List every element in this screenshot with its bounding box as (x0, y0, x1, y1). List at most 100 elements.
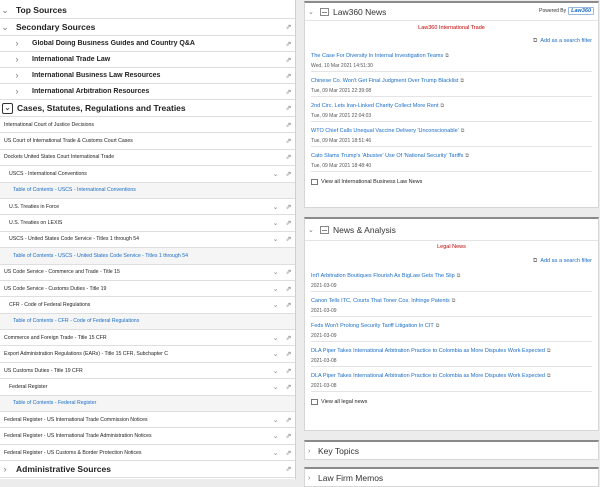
source-list-item[interactable]: Federal Register - US Customs & Border P… (0, 444, 295, 462)
external-link-icon[interactable]: ⧉ (547, 348, 551, 354)
chevron-right-icon[interactable]: › (12, 55, 22, 64)
source-list-item[interactable]: Federal Register ⌄ ⇗ (0, 379, 295, 396)
table-of-contents-link[interactable]: Table of Contents - USCS - International… (0, 182, 295, 199)
chevron-down-icon[interactable]: ⌄ (271, 203, 280, 211)
news-headline-link[interactable]: Int'l Arbitration Boutiques Flourish As … (311, 271, 592, 281)
source-list-item[interactable]: US Customs Duties - Title 19 CFR ⌄ ⇗ (0, 362, 295, 380)
external-link-icon[interactable]: ⧉ (465, 153, 469, 159)
news-headline-link[interactable]: Cato Slams Trump's 'Abusive' Use Of 'Nat… (311, 151, 592, 161)
view-all-link[interactable]: View all legal news (305, 396, 598, 408)
share-icon[interactable]: ⇗ (284, 334, 293, 342)
secondary-source-item[interactable]: › Global Doing Business Guides and Countr… (0, 36, 295, 52)
share-icon[interactable]: ⇗ (284, 383, 293, 391)
share-icon[interactable]: ⇗ (284, 40, 293, 48)
source-list-item[interactable]: US Code Service - Commerce and Trade - T… (0, 264, 295, 281)
share-icon[interactable]: ⇗ (284, 367, 293, 375)
share-icon[interactable]: ⇗ (284, 72, 293, 80)
chevron-down-icon[interactable]: ⌄ (271, 285, 280, 293)
source-list-item[interactable]: Federal Register - US International Trad… (0, 428, 295, 445)
chevron-down-icon[interactable]: ⌄ (271, 416, 280, 424)
chevron-down-icon[interactable]: ⌄ (2, 102, 13, 114)
external-link-icon[interactable]: ⧉ (440, 103, 444, 109)
source-list-item[interactable]: U.S. Treaties in Force ⌄ ⇗ (0, 198, 295, 216)
chevron-down-icon[interactable]: ⌄ (271, 219, 280, 227)
chevron-down-icon[interactable]: ⌄ (271, 268, 280, 276)
chevron-down-icon[interactable]: ⌄ (308, 8, 318, 16)
external-link-icon[interactable]: ⧉ (452, 298, 456, 304)
chevron-down-icon[interactable]: ⌄ (271, 383, 280, 391)
table-of-contents-link[interactable]: Table of Contents - CFR - Code of Federa… (0, 313, 295, 331)
share-icon[interactable]: ⇗ (284, 449, 293, 457)
source-list-item[interactable]: CFR - Code of Federal Regulations ⌄ ⇗ (0, 297, 295, 314)
news-headline-link[interactable]: Feds Won't Prolong Security Tariff Litig… (311, 321, 592, 331)
chevron-down-icon[interactable]: ⌄ (271, 235, 280, 243)
chevron-down-icon[interactable]: ⌄ (0, 22, 10, 32)
tree-heading-administrative-sources[interactable]: › Administrative Sources ⇗ (0, 461, 295, 479)
source-list-item[interactable]: Dockets United States Court Internationa… (0, 149, 295, 167)
secondary-source-item[interactable]: › International Trade Law ⇗ (0, 52, 295, 68)
share-icon[interactable]: ⇗ (284, 104, 293, 112)
tree-heading-secondary-sources[interactable]: ⌄ Secondary Sources ⇗ (0, 19, 295, 36)
news-headline-link[interactable]: Canon Tells ITC, Courts That Toner Cos. … (311, 296, 592, 306)
chevron-down-icon[interactable]: ⌄ (308, 226, 318, 234)
source-list-item[interactable]: Commerce and Foreign Trade - Title 15 CF… (0, 330, 295, 347)
news-headline-link[interactable]: WTO Chief Calls Unequal Vaccine Delivery… (311, 126, 592, 136)
chevron-right-icon[interactable]: › (12, 87, 22, 96)
chevron-down-icon[interactable]: ⌄ (271, 301, 280, 309)
panel-header[interactable]: › Law Firm Memos (305, 469, 598, 487)
source-list-item[interactable]: US Court of International Trade & Custom… (0, 133, 295, 150)
secondary-source-item[interactable]: › International Business Law Resources ⇗ (0, 68, 295, 84)
news-headline-link[interactable]: Chinese Co. Won't Get Final Judgment Ove… (311, 76, 592, 86)
share-icon[interactable]: ⇗ (284, 285, 293, 293)
chevron-down-icon[interactable]: ⌄ (271, 367, 280, 375)
table-of-contents-link[interactable]: Table of Contents - Federal Register (0, 395, 295, 413)
share-icon[interactable]: ⇗ (284, 301, 293, 309)
news-headline-link[interactable]: The Case For Diversity In Internal Inves… (311, 51, 592, 61)
table-of-contents-link[interactable]: Table of Contents - USCS - United States… (0, 248, 295, 265)
add-search-filter-link[interactable]: ⧉ Add as a search filter (305, 258, 598, 268)
news-headline-link[interactable]: 2nd Circ. Lets Iran-Linked Charity Colle… (311, 101, 592, 111)
chevron-down-icon[interactable]: ⌄ (271, 432, 280, 440)
panel-header[interactable]: › Key Topics (305, 442, 598, 460)
source-list-item[interactable]: U.S. Treaties on LEXIS ⌄ ⇗ (0, 215, 295, 232)
chevron-right-icon[interactable]: › (308, 475, 318, 482)
external-link-icon[interactable]: ⧉ (436, 323, 440, 329)
add-search-filter-link[interactable]: ⧉ Add as a search filter (305, 38, 598, 48)
news-headline-link[interactable]: DLA Piper Takes International Arbitratio… (311, 346, 592, 356)
share-icon[interactable]: ⇗ (284, 88, 293, 96)
share-icon[interactable]: ⇗ (284, 153, 293, 161)
secondary-source-item[interactable]: › International Arbitration Resources ⇗ (0, 84, 295, 100)
share-icon[interactable]: ⇗ (284, 137, 293, 145)
news-headline-link[interactable]: DLA Piper Takes International Arbitratio… (311, 371, 592, 381)
external-link-icon[interactable]: ⧉ (460, 78, 464, 84)
share-icon[interactable]: ⇗ (284, 432, 293, 440)
share-icon[interactable]: ⇗ (284, 56, 293, 64)
source-list-item[interactable]: Federal Register - US International Trad… (0, 412, 295, 429)
share-icon[interactable]: ⇗ (284, 203, 293, 211)
law-firm-memos-panel[interactable]: › Law Firm Memos (304, 467, 599, 487)
share-icon[interactable]: ⇗ (284, 170, 293, 178)
chevron-right-icon[interactable]: › (308, 448, 318, 455)
source-list-item[interactable]: US Code Service - Customs Duties - Title… (0, 280, 295, 298)
tree-heading-top-sources[interactable]: ⌄ Top Sources (0, 2, 295, 19)
share-icon[interactable]: ⇗ (284, 121, 293, 129)
external-link-icon[interactable]: ⧉ (461, 128, 465, 134)
source-list-item[interactable]: USCS - International Conventions ⌄ ⇗ (0, 166, 295, 183)
share-icon[interactable]: ⇗ (284, 235, 293, 243)
chevron-down-icon[interactable]: ⌄ (0, 5, 10, 15)
source-list-item[interactable]: USCS - United States Code Service - Titl… (0, 231, 295, 249)
share-icon[interactable]: ⇗ (284, 23, 293, 31)
chevron-down-icon[interactable]: ⌄ (271, 334, 280, 342)
chevron-down-icon[interactable]: ⌄ (271, 350, 280, 358)
share-icon[interactable]: ⇗ (284, 268, 293, 276)
chevron-right-icon[interactable]: › (12, 71, 22, 80)
view-all-link[interactable]: View all International Business Law News (305, 176, 598, 188)
chevron-down-icon[interactable]: ⌄ (271, 170, 280, 178)
chevron-right-icon[interactable]: › (0, 464, 10, 474)
chevron-right-icon[interactable]: › (12, 39, 22, 48)
share-icon[interactable]: ⇗ (284, 465, 293, 473)
share-icon[interactable]: ⇗ (284, 350, 293, 358)
share-icon[interactable]: ⇗ (284, 219, 293, 227)
chevron-down-icon[interactable]: ⌄ (271, 449, 280, 457)
external-link-icon[interactable]: ⧉ (547, 373, 551, 379)
